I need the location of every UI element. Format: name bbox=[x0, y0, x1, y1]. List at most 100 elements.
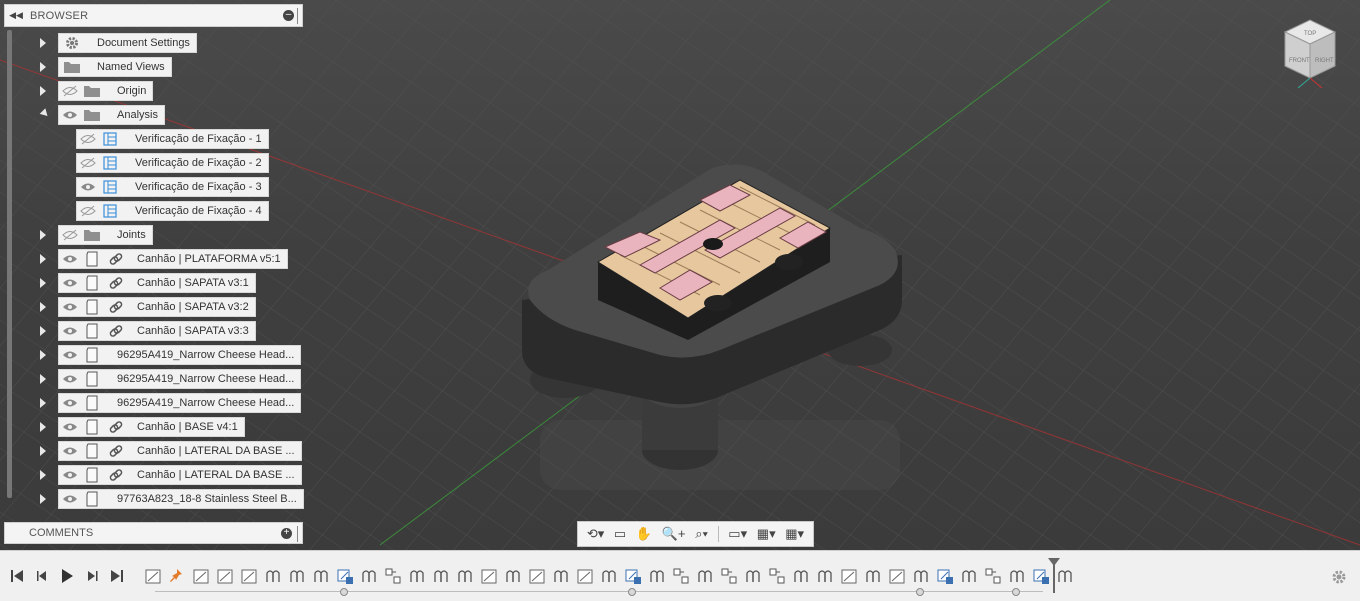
timeline-sketch-icon[interactable] bbox=[528, 567, 546, 585]
timeline-settings-icon[interactable] bbox=[1330, 568, 1348, 586]
timeline-marker[interactable] bbox=[1048, 558, 1060, 593]
eye-icon[interactable] bbox=[61, 106, 79, 124]
timeline-sketch-icon[interactable] bbox=[480, 567, 498, 585]
eye-icon[interactable] bbox=[61, 274, 79, 292]
eye-icon[interactable] bbox=[61, 370, 79, 388]
pin-handle-icon[interactable] bbox=[297, 8, 302, 24]
step-forward-icon[interactable] bbox=[84, 568, 100, 584]
eye-icon[interactable] bbox=[61, 322, 79, 340]
timeline-joint-icon[interactable] bbox=[600, 567, 618, 585]
eye-icon[interactable] bbox=[61, 466, 79, 484]
timeline-pin-icon[interactable] bbox=[168, 567, 186, 585]
browser-item[interactable]: Document Settings bbox=[58, 33, 197, 53]
timeline-rigid-group-icon[interactable] bbox=[720, 567, 738, 585]
timeline-joint-icon[interactable] bbox=[408, 567, 426, 585]
eye-icon[interactable] bbox=[79, 178, 97, 196]
grid-icon[interactable]: ▦▾ bbox=[757, 525, 776, 543]
expand-arrow-icon[interactable] bbox=[40, 302, 46, 312]
browser-item[interactable]: Verificação de Fixação - 2 bbox=[76, 153, 269, 173]
timeline-group-marker[interactable] bbox=[628, 588, 636, 596]
browser-scrollbar[interactable] bbox=[7, 30, 12, 498]
collapse-panel-icon[interactable]: ◀◀ bbox=[7, 10, 25, 21]
browser-item[interactable]: 96295A419_Narrow Cheese Head... bbox=[58, 345, 302, 365]
eye-icon[interactable] bbox=[61, 442, 79, 460]
eye-icon[interactable] bbox=[61, 394, 79, 412]
browser-item[interactable]: Joints bbox=[58, 225, 153, 245]
browser-item[interactable]: 97763A823_18-8 Stainless Steel B... bbox=[58, 489, 304, 509]
browser-item[interactable]: Verificação de Fixação - 3 bbox=[76, 177, 269, 197]
browser-item[interactable]: Canhão | LATERAL DA BASE ... bbox=[58, 441, 302, 461]
browser-item[interactable]: 96295A419_Narrow Cheese Head... bbox=[58, 369, 302, 389]
viewports-icon[interactable]: ▦▾ bbox=[785, 525, 804, 543]
minimize-browser-icon[interactable]: – bbox=[283, 10, 294, 21]
expand-arrow-icon[interactable] bbox=[40, 38, 46, 48]
eye-icon[interactable] bbox=[61, 250, 79, 268]
eye-hidden-icon[interactable] bbox=[79, 202, 97, 220]
timeline-joint-group-icon[interactable] bbox=[936, 567, 954, 585]
browser-item[interactable]: Canhão | LATERAL DA BASE ... bbox=[58, 465, 302, 485]
timeline-joint-icon[interactable] bbox=[912, 567, 930, 585]
timeline-sketch-icon[interactable] bbox=[240, 567, 258, 585]
browser-item[interactable]: Named Views bbox=[58, 57, 172, 77]
expand-arrow-icon[interactable] bbox=[40, 278, 46, 288]
timeline-joint-icon[interactable] bbox=[504, 567, 522, 585]
browser-item[interactable]: Canhão | SAPATA v3:2 bbox=[58, 297, 256, 317]
timeline-joint-icon[interactable] bbox=[816, 567, 834, 585]
eye-hidden-icon[interactable] bbox=[79, 154, 97, 172]
timeline-joint-group-icon[interactable] bbox=[1032, 567, 1050, 585]
timeline-joint-icon[interactable] bbox=[312, 567, 330, 585]
timeline-group-marker[interactable] bbox=[340, 588, 348, 596]
timeline-joint-icon[interactable] bbox=[648, 567, 666, 585]
expand-arrow-icon[interactable] bbox=[40, 254, 46, 264]
expand-arrow-icon[interactable] bbox=[40, 470, 46, 480]
timeline-joint-group-icon[interactable] bbox=[336, 567, 354, 585]
skip-start-icon[interactable] bbox=[9, 568, 25, 584]
eye-hidden-icon[interactable] bbox=[79, 130, 97, 148]
timeline-sketch-icon[interactable] bbox=[888, 567, 906, 585]
expand-arrow-icon[interactable] bbox=[40, 422, 46, 432]
browser-item[interactable]: Analysis bbox=[58, 105, 165, 125]
timeline-joint-icon[interactable] bbox=[456, 567, 474, 585]
expand-arrow-icon[interactable] bbox=[40, 374, 46, 384]
browser-item[interactable]: Origin bbox=[58, 81, 154, 101]
timeline-joint-icon[interactable] bbox=[696, 567, 714, 585]
fit-icon[interactable]: ⌕▾ bbox=[695, 525, 708, 543]
timeline-joint-icon[interactable] bbox=[432, 567, 450, 585]
add-comment-icon[interactable]: + bbox=[281, 528, 292, 539]
timeline-group-marker[interactable] bbox=[916, 588, 924, 596]
expand-arrow-icon[interactable] bbox=[40, 86, 46, 96]
timeline-joint-icon[interactable] bbox=[264, 567, 282, 585]
timeline-joint-icon[interactable] bbox=[792, 567, 810, 585]
eye-icon[interactable] bbox=[61, 346, 79, 364]
expand-arrow-icon[interactable] bbox=[40, 398, 46, 408]
browser-item[interactable]: 96295A419_Narrow Cheese Head... bbox=[58, 393, 302, 413]
timeline-joint-icon[interactable] bbox=[864, 567, 882, 585]
browser-item[interactable]: Canhão | SAPATA v3:3 bbox=[58, 321, 256, 341]
expand-arrow-icon[interactable] bbox=[40, 230, 46, 240]
look-at-icon[interactable]: ▭ bbox=[614, 525, 626, 543]
skip-end-icon[interactable] bbox=[109, 568, 125, 584]
timeline-joint-icon[interactable] bbox=[360, 567, 378, 585]
expand-arrow-icon[interactable] bbox=[40, 62, 46, 72]
timeline-sketch-icon[interactable] bbox=[192, 567, 210, 585]
timeline-group-marker[interactable] bbox=[1012, 588, 1020, 596]
timeline-joint-icon[interactable] bbox=[1056, 567, 1074, 585]
expand-arrow-icon[interactable] bbox=[40, 494, 46, 504]
timeline-joint-group-icon[interactable] bbox=[624, 567, 642, 585]
pan-icon[interactable]: ✋ bbox=[636, 525, 652, 543]
timeline-sketch-icon[interactable] bbox=[216, 567, 234, 585]
browser-item[interactable]: Canhão | SAPATA v3:1 bbox=[58, 273, 256, 293]
timeline-rigid-group-icon[interactable] bbox=[984, 567, 1002, 585]
timeline-joint-icon[interactable] bbox=[744, 567, 762, 585]
expand-arrow-icon[interactable] bbox=[40, 350, 46, 360]
pin-handle-icon[interactable] bbox=[297, 526, 302, 542]
browser-item[interactable]: Canhão | BASE v4:1 bbox=[58, 417, 245, 437]
display-settings-icon[interactable]: ▭▾ bbox=[728, 525, 747, 543]
eye-icon[interactable] bbox=[61, 418, 79, 436]
play-icon[interactable] bbox=[59, 568, 75, 584]
timeline-rigid-group-icon[interactable] bbox=[672, 567, 690, 585]
timeline-rigid-group-icon[interactable] bbox=[384, 567, 402, 585]
zoom-window-icon[interactable]: 🔍+ bbox=[662, 525, 686, 543]
eye-hidden-icon[interactable] bbox=[61, 226, 79, 244]
eye-hidden-icon[interactable] bbox=[61, 82, 79, 100]
